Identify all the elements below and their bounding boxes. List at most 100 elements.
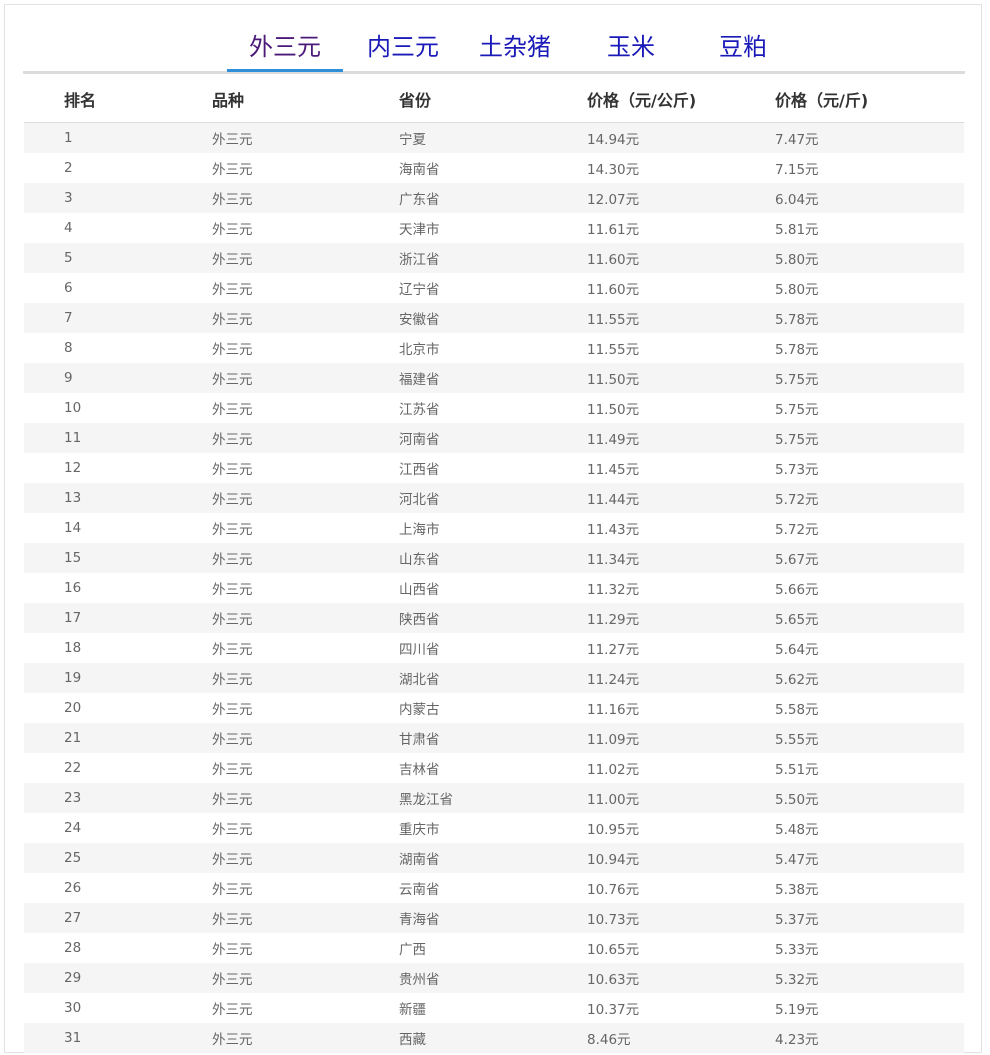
table-row: 9 外三元 福建省 11.50元 5.75元 (24, 363, 964, 393)
variety-cell: 外三元 (212, 1023, 399, 1053)
rank-cell: 7 (24, 303, 212, 333)
price-per-kg-cell: 10.94元 (587, 843, 775, 873)
variety-cell: 外三元 (212, 303, 399, 333)
province-cell: 陕西省 (399, 603, 587, 633)
price-per-jin-cell: 5.78元 (775, 303, 964, 333)
rank-cell: 15 (24, 543, 212, 573)
variety-cell: 外三元 (212, 942, 253, 958)
rank-cell: 14 (64, 520, 82, 536)
rank-cell: 3 (24, 183, 212, 213)
price-per-jin-cell: 5.75元 (775, 423, 964, 453)
price-per-kg-cell: 11.24元 (587, 663, 775, 693)
price-per-kg-cell: 8.46元 (587, 1023, 775, 1053)
column-header-price-per-jin: 价格（元/斤) (775, 76, 964, 123)
province-cell: 辽宁省 (399, 282, 440, 298)
variety-cell: 外三元 (212, 122, 399, 153)
price-per-kg-cell: 11.32元 (587, 582, 640, 598)
price-per-kg-cell: 11.16元 (587, 702, 640, 718)
variety-cell: 外三元 (212, 882, 253, 898)
rank-cell: 4 (64, 220, 73, 236)
table-row: 19 外三元 湖北省 11.24元 5.62元 (24, 663, 964, 693)
tab-dou-po[interactable]: 豆粕 (699, 29, 787, 69)
price-per-jin-cell: 5.72元 (775, 522, 819, 538)
price-per-jin-cell: 5.66元 (775, 582, 819, 598)
province-cell: 黑龙江省 (399, 783, 587, 813)
price-per-jin-cell: 5.75元 (775, 402, 819, 418)
price-per-jin-cell: 5.78元 (775, 342, 819, 358)
table-body: 1 外三元 宁夏 14.94元 7.47元 2 外三元 海南省 14.30元 7.15元 3 外三元广… (24, 122, 964, 1053)
variety-cell: 外三元 (212, 243, 399, 273)
rank-cell: 24 (64, 820, 82, 836)
price-per-kg-cell: 10.37元 (587, 1002, 640, 1018)
province-cell: 广西 (399, 942, 426, 958)
variety-cell: 外三元 (212, 183, 399, 213)
price-per-kg-cell: 10.63元 (587, 963, 775, 993)
price-per-kg-cell: 11.43元 (587, 522, 640, 538)
variety-cell: 外三元 (212, 582, 253, 598)
price-per-kg-cell: 11.27元 (587, 642, 640, 658)
province-cell: 江苏省 (399, 402, 440, 418)
table-row: 11 外三元 河南省 11.49元 5.75元 (24, 423, 964, 453)
table-row: 12 外三元 江西省 11.45元 5.73元 (24, 453, 964, 483)
price-per-jin-cell: 5.58元 (775, 702, 819, 718)
table-row: 22 外三元 吉林省 11.02元 5.51元 (24, 753, 964, 783)
price-per-jin-cell: 5.37元 (775, 903, 964, 933)
rank-cell: 27 (24, 903, 212, 933)
tab-yu-mi[interactable]: 玉米 (591, 29, 671, 69)
table-row: 26 外三元 云南省 10.76元 5.38元 (24, 873, 964, 903)
province-cell: 青海省 (399, 903, 587, 933)
price-per-kg-cell: 11.50元 (587, 402, 640, 418)
price-per-kg-cell: 11.45元 (587, 462, 640, 478)
variety-cell: 外三元 (212, 822, 253, 838)
price-per-kg-cell: 11.09元 (587, 723, 775, 753)
table-row: 7 外三元 安徽省 11.55元 5.78元 (24, 303, 964, 333)
tab-tu-za-zhu[interactable]: 土杂猪 (471, 29, 559, 69)
tab-wai-san-yuan[interactable]: 外三元 (227, 29, 343, 69)
price-per-kg-cell: 11.55元 (587, 303, 775, 333)
province-cell: 湖南省 (399, 843, 587, 873)
variety-cell: 外三元 (212, 282, 253, 298)
column-header-price-per-kg: 价格（元/公斤) (587, 76, 775, 123)
rank-cell: 9 (24, 363, 212, 393)
province-cell: 湖北省 (399, 663, 587, 693)
variety-cell: 外三元 (212, 483, 399, 513)
variety-cell: 外三元 (212, 342, 253, 358)
price-per-jin-cell: 5.80元 (775, 243, 964, 273)
province-cell: 新疆 (399, 1002, 426, 1018)
price-per-jin-cell: 5.64元 (775, 642, 819, 658)
rank-cell: 28 (64, 940, 82, 956)
province-cell: 山西省 (399, 582, 440, 598)
rank-cell: 12 (64, 460, 82, 476)
rank-cell: 26 (64, 880, 82, 896)
province-cell: 上海市 (399, 522, 440, 538)
variety-cell: 外三元 (212, 162, 253, 178)
table-row: 6 外三元 辽宁省 11.60元 5.80元 (24, 273, 964, 303)
table-row: 30 外三元 新疆 10.37元 5.19元 (24, 993, 964, 1023)
price-per-jin-cell: 5.38元 (775, 882, 819, 898)
rank-cell: 19 (24, 663, 212, 693)
rank-cell: 21 (24, 723, 212, 753)
price-per-kg-cell: 14.94元 (587, 122, 775, 153)
active-tab-indicator (227, 69, 343, 72)
rank-cell: 22 (64, 760, 82, 776)
table-row: 24 外三元 重庆市 10.95元 5.48元 (24, 813, 964, 843)
table-row: 14 外三元 上海市 11.43元 5.72元 (24, 513, 964, 543)
table-row: 23 外三元 黑龙江省 11.00元 5.50元 (24, 783, 964, 813)
province-cell: 西藏 (399, 1023, 587, 1053)
price-per-jin-cell: 7.47元 (775, 122, 964, 153)
table-row: 5 外三元 浙江省 11.60元 5.80元 (24, 243, 964, 273)
category-tab-bar: 外三元 内三元 土杂猪 玉米 豆粕 (23, 5, 965, 74)
tab-nei-san-yuan[interactable]: 内三元 (359, 29, 447, 69)
province-cell: 广东省 (399, 183, 587, 213)
province-cell: 天津市 (399, 222, 440, 238)
price-ranking-table: 排名 品种 省份 价格（元/公斤) 价格（元/斤) 1 外三元 宁夏 14.94元 7.… (24, 76, 964, 1053)
variety-cell: 外三元 (212, 363, 399, 393)
rank-cell: 20 (64, 700, 82, 716)
price-per-jin-cell: 7.15元 (775, 162, 819, 178)
price-per-jin-cell: 5.47元 (775, 843, 964, 873)
table-row: 21 外三元 甘肃省 11.09元 5.55元 (24, 723, 964, 753)
variety-cell: 外三元 (212, 1002, 253, 1018)
province-cell: 四川省 (399, 642, 440, 658)
rank-cell: 31 (24, 1023, 212, 1053)
province-cell: 安徽省 (399, 303, 587, 333)
